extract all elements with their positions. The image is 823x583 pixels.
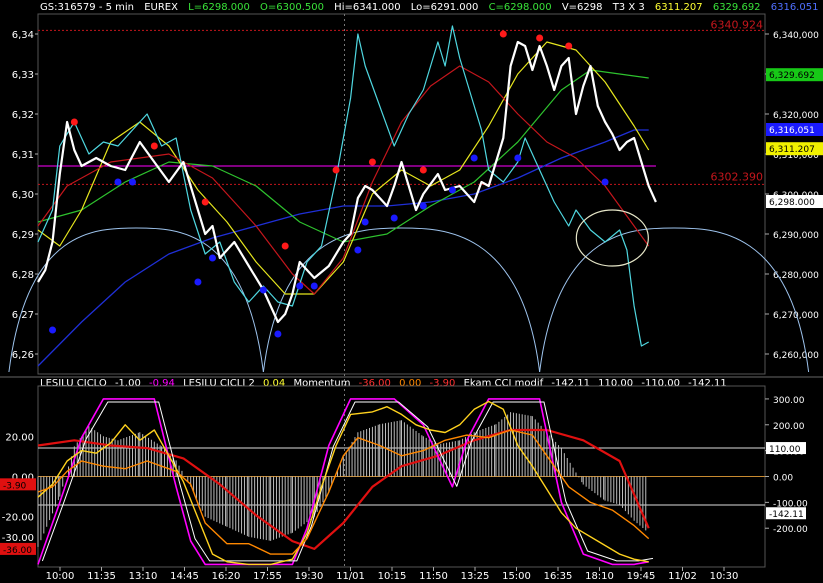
- blue-signal-dot: [419, 202, 427, 210]
- price-chart[interactable]: 6,346,340,0006,336,330,0006,326,320,0006…: [0, 0, 823, 583]
- blue-signal-dot: [194, 278, 202, 286]
- red-signal-dot: [565, 42, 573, 50]
- right-lower-tag: -142.11: [769, 510, 804, 520]
- right-tick-label: 6,290,000: [773, 231, 819, 241]
- x-axis-label: 16:20: [212, 571, 241, 582]
- green-average-line: [37, 69, 649, 243]
- x-axis-label: 11/02: [668, 571, 697, 582]
- x-axis-label: 10:30: [710, 571, 739, 582]
- left-tick-label: 6,28: [12, 270, 34, 281]
- red-signal-dot: [150, 142, 158, 150]
- x-axis-label: 19:30: [295, 571, 324, 582]
- red-signal-dot: [201, 198, 209, 206]
- red-signal-dot: [536, 34, 544, 42]
- blue-signal-dot: [49, 326, 57, 334]
- red-signal-dot: [368, 158, 376, 166]
- left-tick-label: 6,29: [12, 230, 34, 241]
- cycle-arch-1: [8, 227, 264, 373]
- ind-right-tick: 0.00: [773, 474, 793, 484]
- red-signal-dot: [281, 242, 289, 250]
- high-level-label: 6340.924: [711, 18, 764, 31]
- blue-signal-dot: [390, 214, 398, 222]
- red-signal-dot: [499, 30, 507, 38]
- right-tick-label: 6,340,000: [773, 31, 819, 41]
- blue-signal-dot: [361, 218, 369, 226]
- x-axis-label: 15:00: [502, 571, 531, 582]
- blue-signal-dot: [274, 330, 282, 338]
- x-axis-label: 17:55: [253, 571, 282, 582]
- cyan-price-line: [37, 25, 649, 347]
- x-axis-label: 11:35: [87, 571, 116, 582]
- right-tick-label: 6,320,000: [773, 111, 819, 121]
- blue-signal-dot: [259, 286, 267, 294]
- x-axis-label: 11:50: [419, 571, 448, 582]
- blue-signal-dot: [601, 178, 609, 186]
- blue-signal-dot: [514, 154, 522, 162]
- blue-signal-dot: [296, 282, 304, 290]
- red-signal-dot: [419, 166, 427, 174]
- cycle-arch-2: [262, 227, 541, 373]
- blue-signal-dot: [470, 154, 478, 162]
- x-axis-label: 10:00: [46, 571, 75, 582]
- ind-right-tick: 300.00: [773, 396, 805, 406]
- blue-signal-dot: [114, 178, 122, 186]
- blue-tag: 6,316,051: [769, 126, 815, 136]
- x-axis-label: 10:15: [378, 571, 407, 582]
- x-axis-label: 18:10: [585, 571, 614, 582]
- ind-right-tick: -200.00: [773, 525, 808, 535]
- blue-signal-dot: [310, 282, 318, 290]
- left-tick-label: 6,31: [12, 150, 34, 161]
- ind-left-tick: 20.00: [5, 432, 34, 443]
- price-panel-frame: [37, 13, 766, 375]
- cycle-white-line: [41, 401, 654, 562]
- blue-signal-dot: [448, 186, 456, 194]
- x-axis-label: 13:10: [129, 571, 158, 582]
- mid-level-label: 6302.390: [711, 170, 764, 183]
- left-tick-label: 6,34: [12, 30, 34, 41]
- ind-left-tick: -20.00: [2, 513, 34, 524]
- x-axis-label: 14:45: [170, 571, 199, 582]
- left-tick-label: 6,27: [12, 310, 34, 321]
- left-current-tag: -3.90: [3, 481, 27, 491]
- left-tick-label: 6,32: [12, 110, 34, 121]
- x-axis-label: 19:45: [627, 571, 656, 582]
- left-bottom-tag: -36.00: [3, 546, 32, 556]
- right-tick-label: 6,260,000: [773, 351, 819, 361]
- yellow-tag: 6,311.207: [769, 145, 815, 155]
- left-tick-label: 6,33: [12, 70, 34, 81]
- right-upper-tag: 110.00: [769, 445, 801, 455]
- x-axis-label: 13:25: [461, 571, 490, 582]
- cycle-magenta-line: [37, 398, 649, 566]
- ind-right-tick: 200.00: [773, 422, 805, 432]
- x-axis-label: 11/01: [336, 571, 365, 582]
- green-tag: 6,329.692: [769, 71, 815, 81]
- blue-average-line: [37, 129, 649, 367]
- blue-signal-dot: [208, 254, 216, 262]
- left-tick-label: 6,26: [12, 350, 34, 361]
- ind-left-tick: -30.00: [2, 533, 34, 544]
- red-signal-dot: [70, 118, 78, 126]
- blue-signal-dot: [129, 178, 137, 186]
- x-axis-label: 16:35: [544, 571, 573, 582]
- blue-signal-dot: [354, 246, 362, 254]
- left-tick-label: 6,30: [12, 190, 34, 201]
- red-signal-dot: [332, 166, 340, 174]
- last-price-tag: 6,298.000: [769, 198, 815, 208]
